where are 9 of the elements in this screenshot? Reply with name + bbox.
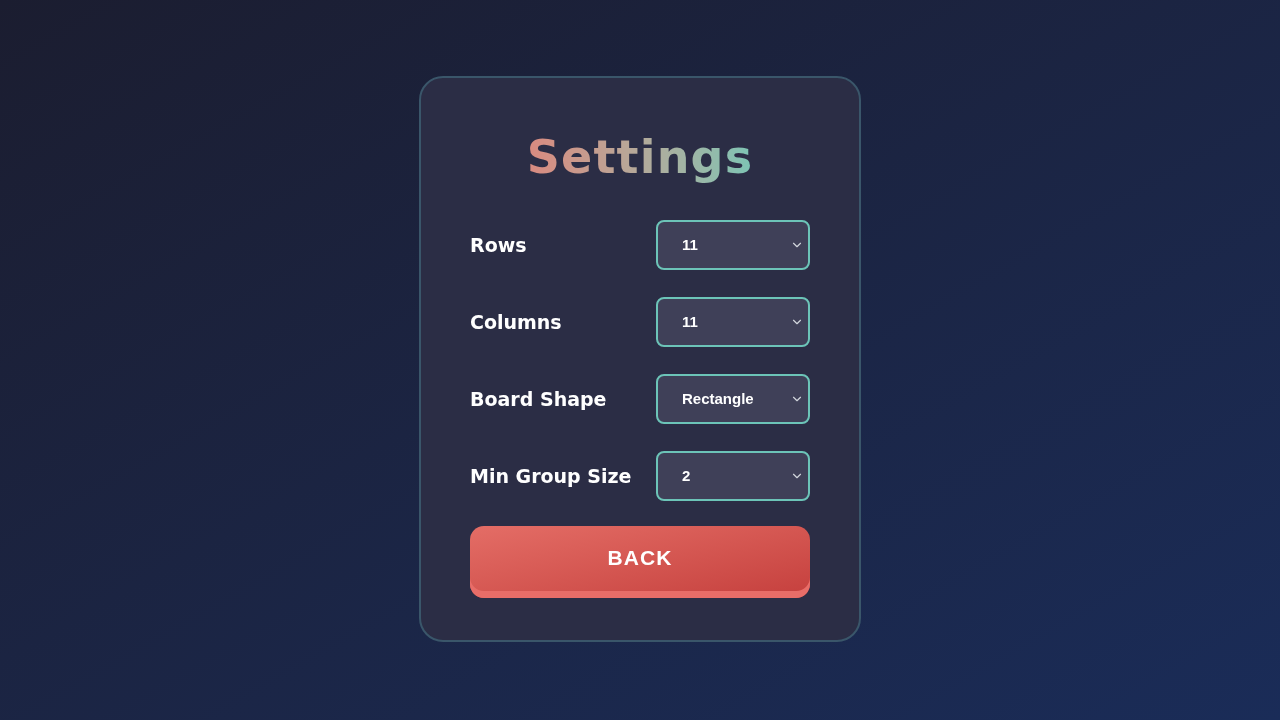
setting-label: Rows bbox=[470, 232, 527, 258]
setting-dropdown[interactable]: 2 bbox=[656, 451, 810, 501]
setting-label: Columns bbox=[470, 309, 562, 335]
setting-dropdown[interactable]: 11 bbox=[656, 297, 810, 347]
back-button[interactable]: BACK bbox=[470, 526, 810, 598]
setting-dropdown[interactable]: Rectangle bbox=[656, 374, 810, 424]
setting-label: Min Group Size bbox=[470, 463, 632, 489]
setting-label: Board Shape bbox=[470, 386, 607, 412]
setting-dropdown[interactable]: 11 bbox=[656, 220, 810, 270]
